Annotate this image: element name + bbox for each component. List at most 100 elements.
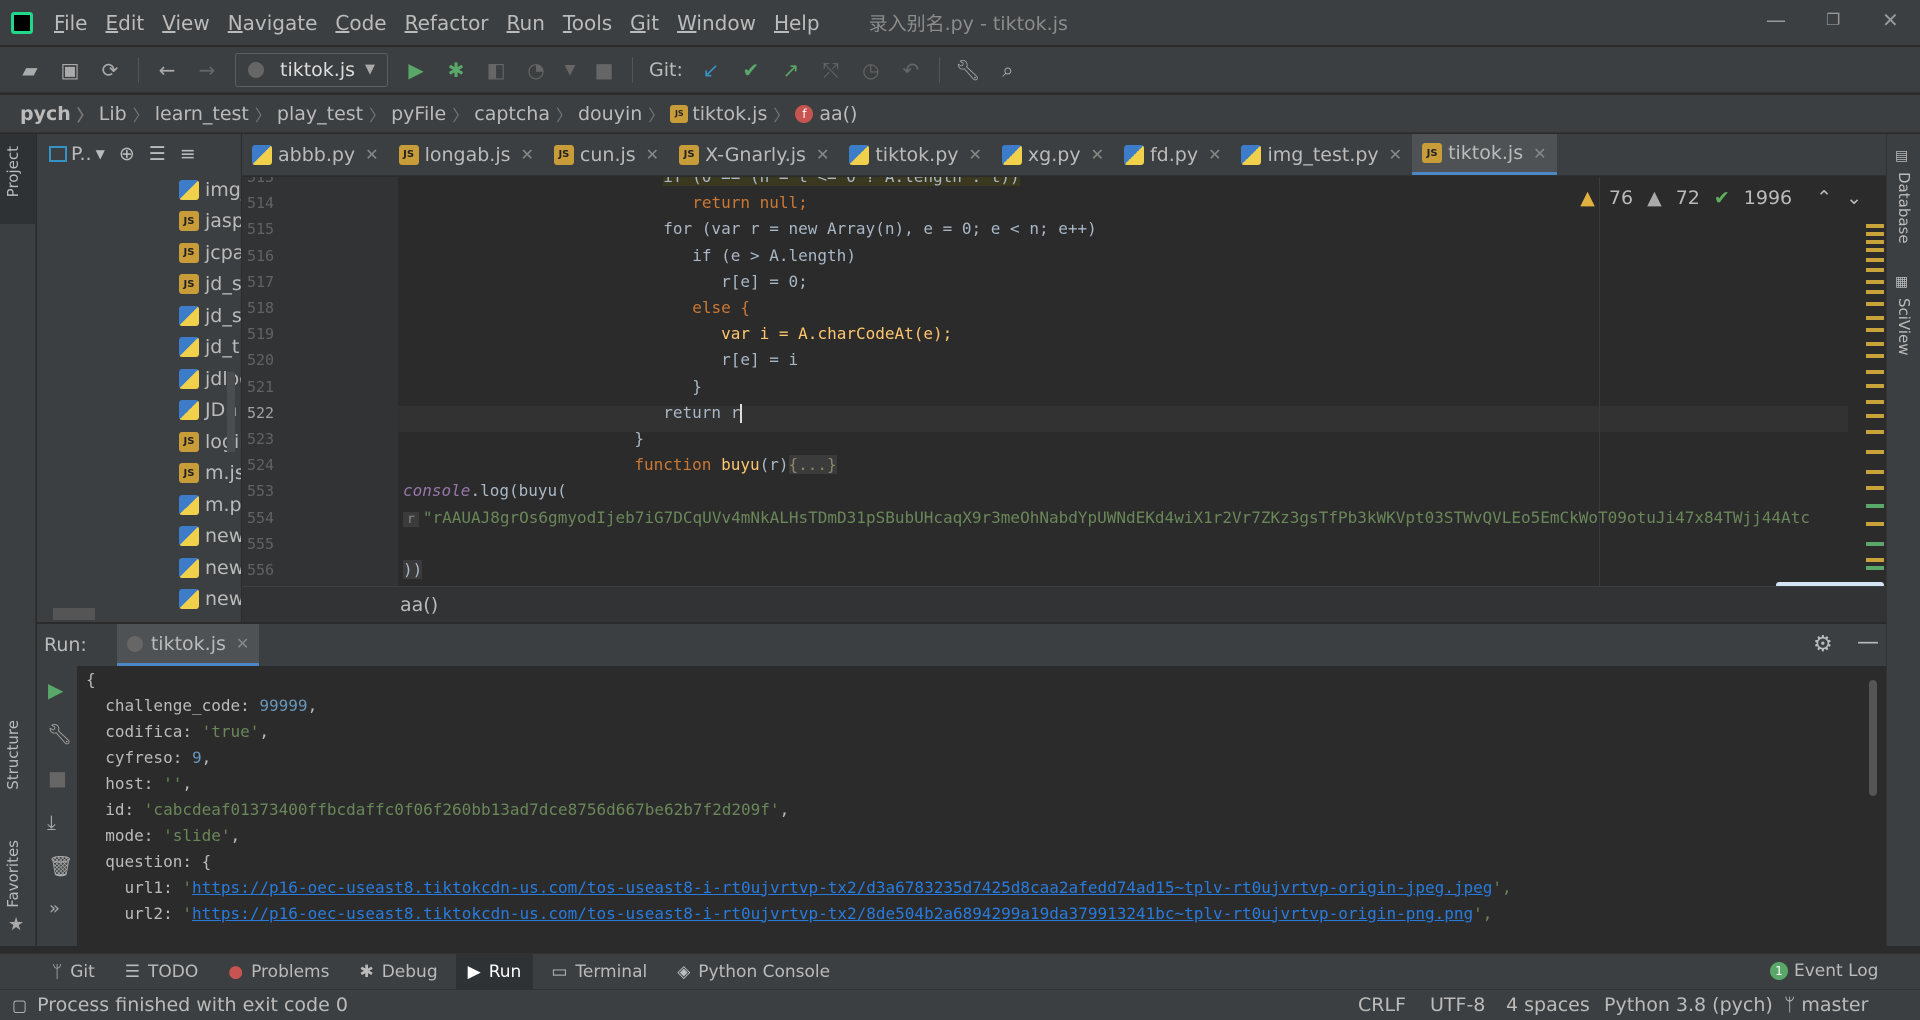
- file-tree-item[interactable]: img_: [37, 174, 241, 206]
- more-run-chevron-icon[interactable]: ▼: [556, 56, 584, 84]
- menu-navigate[interactable]: Navigate: [219, 11, 327, 35]
- collapse-all-icon[interactable]: ☰: [149, 143, 166, 165]
- file-tree-item[interactable]: m.py: [37, 489, 241, 521]
- inspection-widget[interactable]: ▲ 76 ▲ 72 ✔ 1996 ⌃ ⌄: [1580, 187, 1862, 209]
- console-link[interactable]: https://p16-oec-useast8.tiktokcdn-us.com…: [192, 878, 1492, 897]
- file-tree-item[interactable]: jd_tı: [37, 332, 241, 364]
- close-tab-icon[interactable]: ✕: [969, 145, 982, 164]
- rerun-icon[interactable]: ▶: [48, 678, 63, 702]
- console-link[interactable]: https://p16-oec-useast8.tiktokcdn-us.com…: [192, 904, 1473, 923]
- indent-setting[interactable]: 4 spaces: [1506, 994, 1590, 1016]
- menu-edit[interactable]: Edit: [96, 11, 153, 35]
- file-tree-item[interactable]: JS jd_s: [37, 269, 241, 301]
- file-encoding[interactable]: UTF-8: [1430, 994, 1485, 1016]
- hide-panel-icon[interactable]: —: [1857, 630, 1879, 655]
- breadcrumb-item[interactable]: pyFile: [391, 102, 474, 126]
- more-icon[interactable]: »: [49, 898, 60, 919]
- editor-tab[interactable]: abbb.py ✕: [242, 134, 389, 175]
- file-tree-item[interactable]: JS login: [37, 426, 241, 458]
- git-branch[interactable]: ᛘ master: [1784, 994, 1868, 1016]
- back-arrow-icon[interactable]: ←: [153, 56, 181, 84]
- menu-git[interactable]: Git: [621, 11, 668, 35]
- bottom-tab-problems[interactable]: ● Problems: [216, 954, 341, 990]
- sync-icon[interactable]: ⟳: [96, 56, 124, 84]
- file-tree-item[interactable]: JS m.js: [37, 458, 241, 490]
- run-console-output[interactable]: { challenge_code: 99999, codifica: 'true…: [78, 666, 1864, 946]
- git-history-icon[interactable]: ◷: [857, 56, 885, 84]
- previous-highlight-icon[interactable]: ⌃: [1816, 187, 1832, 209]
- editor-tab[interactable]: xg.py ✕: [992, 134, 1114, 175]
- menu-view[interactable]: View: [153, 11, 218, 35]
- search-icon[interactable]: ⌕: [994, 56, 1022, 84]
- file-tree-item[interactable]: JDn: [37, 395, 241, 427]
- coverage-icon[interactable]: ◧: [482, 56, 510, 84]
- expand-all-icon[interactable]: ≡: [180, 143, 196, 165]
- debug-icon[interactable]: ✱: [442, 56, 470, 84]
- close-tab-icon[interactable]: ✕: [646, 145, 659, 164]
- git-commit-icon[interactable]: ✔: [737, 56, 765, 84]
- git-rollback-icon[interactable]: ↶: [897, 56, 925, 84]
- structure-crumb-aa[interactable]: aa(): [400, 594, 438, 616]
- editor-tab[interactable]: JS cun.js ✕: [544, 134, 669, 175]
- git-compare-icon[interactable]: ⤲: [817, 56, 845, 84]
- git-update-icon[interactable]: ↙: [697, 56, 725, 84]
- wrench-icon[interactable]: 🔧︎: [47, 722, 72, 746]
- toggle-tool-windows-icon[interactable]: ▢: [12, 996, 27, 1015]
- close-tab-icon[interactable]: ✕: [1389, 145, 1402, 164]
- settings-wrench-icon[interactable]: 🔧︎: [954, 56, 982, 84]
- breadcrumb-item[interactable]: douyin: [578, 102, 670, 126]
- close-tab-icon[interactable]: ✕: [1091, 145, 1104, 164]
- editor-tab[interactable]: img_test.py ✕: [1231, 134, 1412, 175]
- bottom-tab-run[interactable]: ▶ Run: [455, 953, 534, 990]
- open-folder-icon[interactable]: ▰: [16, 56, 44, 84]
- bottom-tab-terminal[interactable]: ▭ Terminal: [539, 954, 659, 990]
- favorites-tool-tab[interactable]: Favorites: [4, 840, 22, 908]
- file-tree-item[interactable]: JS jasp: [37, 206, 241, 238]
- breadcrumb-item[interactable]: pych: [20, 102, 99, 126]
- bottom-tab-todo[interactable]: ☰ TODO: [113, 954, 211, 990]
- close-tab-icon[interactable]: ✕: [365, 145, 378, 164]
- menu-help[interactable]: Help: [765, 11, 829, 35]
- breadcrumb-item[interactable]: f aa(): [795, 103, 869, 125]
- editor-tab[interactable]: JS tiktok.js ✕: [1412, 134, 1557, 175]
- git-push-icon[interactable]: ↗: [777, 56, 805, 84]
- stop-icon[interactable]: ■: [48, 766, 67, 790]
- gear-icon[interactable]: ⚙: [1813, 632, 1833, 657]
- editor-tab[interactable]: tiktok.py ✕: [839, 134, 992, 175]
- structure-tool-tab[interactable]: Structure: [4, 720, 22, 790]
- breadcrumb-item[interactable]: JS tiktok.js: [670, 102, 795, 126]
- breadcrumb-item[interactable]: learn_test: [155, 102, 277, 126]
- restore-icon[interactable]: ❐: [1826, 10, 1840, 29]
- save-icon[interactable]: ▣: [56, 56, 84, 84]
- python-interpreter[interactable]: Python 3.8 (pych): [1604, 994, 1773, 1016]
- database-tool-tab[interactable]: Database: [1895, 172, 1913, 244]
- run-tab-tiktok[interactable]: tiktok.js ✕: [116, 624, 260, 666]
- sciview-tool-tab[interactable]: SciView: [1895, 298, 1913, 356]
- run-config-select[interactable]: tiktok.js ▼: [235, 52, 389, 87]
- error-stripe[interactable]: [1866, 224, 1884, 574]
- code-editor[interactable]: 513 514 515 516 517 518 519 520 521 522 523 524 553 5…: [242, 177, 1886, 586]
- stop-icon[interactable]: ■: [590, 56, 618, 84]
- console-scrollbar[interactable]: [1869, 680, 1877, 796]
- menu-refactor[interactable]: Refactor: [396, 11, 498, 35]
- file-tree-item[interactable]: JS jcpa: [37, 237, 241, 269]
- menu-code[interactable]: Code: [326, 11, 395, 35]
- breadcrumb-item[interactable]: play_test: [277, 102, 391, 126]
- forward-arrow-icon[interactable]: →: [193, 56, 221, 84]
- bottom-tab-python-console[interactable]: ◈ Python Console: [665, 954, 842, 990]
- file-tree-item[interactable]: jdlog: [37, 363, 241, 395]
- breadcrumb-item[interactable]: captcha: [474, 102, 578, 126]
- menu-run[interactable]: Run: [498, 11, 554, 35]
- minimize-icon[interactable]: —: [1766, 8, 1786, 32]
- bottom-tab-git[interactable]: ᛘ Git: [40, 954, 107, 990]
- file-tree-item[interactable]: new: [37, 552, 241, 584]
- vertical-scrollbar[interactable]: [227, 372, 235, 452]
- close-tab-icon[interactable]: ✕: [236, 634, 249, 653]
- close-icon[interactable]: ✕: [1882, 8, 1899, 32]
- editor-tab[interactable]: JS longab.js ✕: [389, 134, 544, 175]
- menu-tools[interactable]: Tools: [554, 11, 621, 35]
- next-highlight-icon[interactable]: ⌄: [1846, 187, 1862, 209]
- file-tree-item[interactable]: new: [37, 521, 241, 553]
- close-tab-icon[interactable]: ✕: [816, 145, 829, 164]
- line-separator[interactable]: CRLF: [1358, 994, 1406, 1016]
